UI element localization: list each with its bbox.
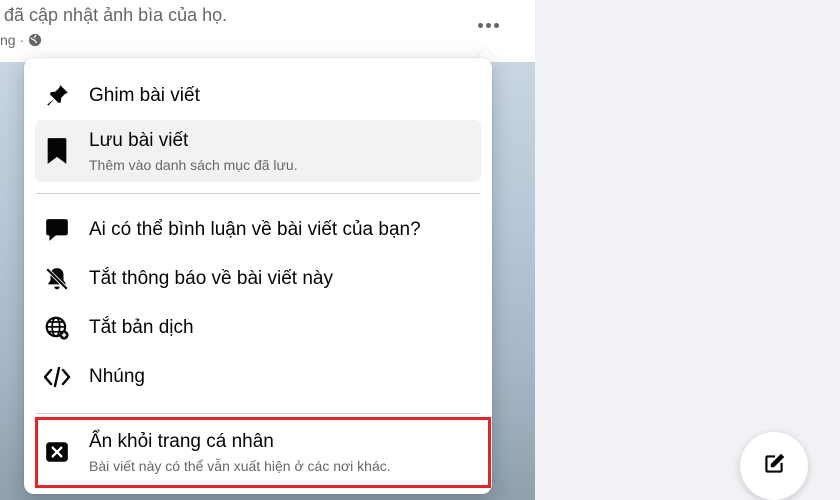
new-message-button[interactable] [740,432,808,500]
compose-icon [761,451,787,482]
menu-item-turn-off-translation[interactable]: Tắt bản dịch [35,306,481,350]
menu-item-text: Ẩn khỏi trang cá nhân Bài viết này có th… [89,431,391,474]
menu-item-save-post[interactable]: Lưu bài viết Thêm vào danh sách mục đã l… [35,120,481,182]
menu-item-label: Lưu bài viết [89,129,189,151]
menu-item-subtitle: Thêm vào danh sách mục đã lưu. [89,156,298,173]
translate-globe-icon [43,314,71,342]
menu-item-label: Ghim bài viết [89,85,200,106]
menu-item-hide-from-profile[interactable]: Ẩn khỏi trang cá nhân Bài viết này có th… [35,420,481,484]
post-meta-text: ng · [0,32,25,48]
globe-icon[interactable] [28,33,42,47]
menu-item-text: Lưu bài viết Thêm vào danh sách mục đã l… [89,130,298,173]
post-options-menu: Ghim bài viết Lưu bài viết Thêm vào danh… [24,58,492,494]
menu-divider [36,413,480,414]
menu-item-label: Nhúng [89,366,145,387]
menu-item-label: Ẩn khỏi trang cá nhân [89,430,274,452]
hide-x-icon [43,438,71,466]
post-header-text: đã cập nhật ảnh bìa của họ. [4,5,228,25]
menu-item-embed[interactable]: Nhúng [35,355,481,399]
dot-icon [493,22,499,28]
menu-item-pin-post[interactable]: Ghim bài viết [35,76,481,116]
pin-icon [43,82,71,110]
code-icon [43,363,71,391]
comment-icon [43,216,71,244]
bell-off-icon [43,265,71,293]
menu-item-label: Ai có thể bình luận về bài viết của bạn? [89,219,421,240]
more-options-button[interactable] [470,10,506,40]
menu-item-label: Tắt thông báo về bài viết này [89,268,333,289]
menu-item-label: Tắt bản dịch [89,317,194,338]
menu-divider [36,193,480,194]
right-panel [535,0,840,500]
menu-item-subtitle: Bài viết này có thể vẫn xuất hiện ở các … [89,457,391,474]
menu-item-turn-off-notifications[interactable]: Tắt thông báo về bài viết này [35,257,481,301]
dot-icon [477,22,483,28]
menu-item-who-can-comment[interactable]: Ai có thể bình luận về bài viết của bạn? [35,208,481,252]
bookmark-icon [43,137,71,165]
post-meta: ng · [0,32,42,48]
dot-icon [485,22,491,28]
